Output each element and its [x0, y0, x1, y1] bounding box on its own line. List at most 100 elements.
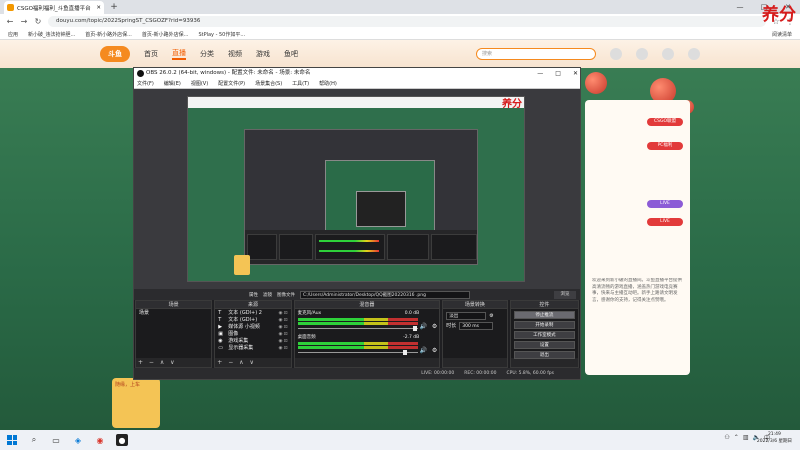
- scenes-dock-controls[interactable]: + − ∧ ∨: [138, 359, 177, 366]
- nav-category[interactable]: 分类: [200, 49, 214, 59]
- obs-preview[interactable]: 养分: [134, 89, 580, 289]
- tab-title: CSGO福利福利_斗鱼直播平台: [17, 5, 91, 12]
- properties-button[interactable]: 属性: [249, 292, 258, 298]
- menu-view[interactable]: 视图(V): [191, 79, 208, 88]
- promo-card[interactable]: 随缘，上车: [112, 378, 160, 428]
- chrome-icon[interactable]: ◉: [94, 434, 106, 446]
- search-input[interactable]: 搜索: [476, 48, 596, 60]
- nav-live[interactable]: 直播: [172, 48, 186, 60]
- image-file-label: 图像文件: [277, 292, 295, 298]
- people-icon[interactable]: ⚇: [724, 434, 729, 441]
- start-recording-button[interactable]: 开始录制: [513, 321, 576, 329]
- browser-tab[interactable]: CSGO福利福利_斗鱼直播平台 ✕: [4, 1, 104, 14]
- gear-icon[interactable]: ⚙: [432, 323, 437, 330]
- scene-item[interactable]: 场景: [139, 310, 208, 317]
- visibility-icon[interactable]: ◉ ⊡: [278, 324, 287, 331]
- nav-yuba[interactable]: 鱼吧: [284, 49, 298, 59]
- source-name: 游戏采集: [228, 338, 249, 344]
- avatar[interactable]: [688, 48, 700, 60]
- minimize-button[interactable]: —: [728, 0, 752, 14]
- nav-game[interactable]: 游戏: [256, 49, 270, 59]
- volume-meter: [297, 322, 418, 325]
- exit-button[interactable]: 退出: [513, 351, 576, 359]
- url-input[interactable]: douyu.com/topic/2022SpringST_CSGOZF?rid=…: [48, 16, 766, 27]
- nav-video[interactable]: 视频: [228, 49, 242, 59]
- menu-scene-collection[interactable]: 场景集合(S): [255, 79, 282, 88]
- start-button[interactable]: [6, 434, 18, 446]
- message-icon[interactable]: [662, 48, 674, 60]
- source-name: 媒体源 小视频: [228, 324, 260, 330]
- source-item[interactable]: T 文本 (GDI+) 2 ◉ ⊡: [218, 310, 287, 317]
- mixer-dock-title: 混音器: [294, 301, 440, 309]
- bookmark-item[interactable]: 新小破_违法抢钟胆...: [28, 31, 75, 38]
- visibility-icon[interactable]: ◉ ⊡: [278, 331, 287, 338]
- volume-meter: [297, 342, 418, 345]
- menu-profile[interactable]: 配置文件(P): [218, 79, 245, 88]
- obs-close-button[interactable]: ✕: [573, 68, 578, 79]
- badge[interactable]: LIVE: [647, 200, 683, 208]
- search-icon[interactable]: ⌕: [28, 434, 40, 446]
- source-name: 文本 (GDI+): [228, 317, 258, 323]
- volume-slider[interactable]: [297, 352, 418, 353]
- badge[interactable]: PC福利: [647, 142, 683, 150]
- badge[interactable]: LIVE: [647, 218, 683, 226]
- volume-slider[interactable]: [297, 328, 418, 329]
- cpu-stats: CPU: 5.8%, 60.00 fps: [506, 371, 555, 376]
- nav-home[interactable]: 首页: [144, 49, 158, 59]
- clock[interactable]: 21:49 2022/3/6 星期日: [757, 432, 792, 445]
- speaker-icon[interactable]: 🔊: [420, 323, 427, 330]
- volume-slider-handle[interactable]: [402, 350, 407, 355]
- obs-taskbar-icon[interactable]: ●: [116, 434, 128, 446]
- source-item[interactable]: ▣ 图像 ◉ ⊡: [218, 331, 287, 338]
- menu-file[interactable]: 文件(F): [137, 79, 154, 88]
- chevron-up-icon[interactable]: ⌃: [734, 434, 739, 441]
- duration-input[interactable]: 300 ms: [459, 322, 494, 330]
- settings-button[interactable]: 设置: [513, 341, 576, 349]
- studio-mode-button[interactable]: 工作室模式: [513, 331, 576, 339]
- reload-icon[interactable]: ↻: [34, 17, 42, 26]
- transition-select[interactable]: 淡出: [446, 312, 487, 320]
- edge-icon[interactable]: ◈: [72, 434, 84, 446]
- gear-icon[interactable]: ⚙: [489, 313, 493, 320]
- task-view-icon[interactable]: ▭: [50, 434, 62, 446]
- source-item[interactable]: ◉ 游戏采集 ◉ ⊡: [218, 338, 287, 345]
- speaker-icon[interactable]: 🔊: [420, 347, 427, 354]
- new-tab-button[interactable]: +: [108, 1, 120, 13]
- image-path-field[interactable]: C:/Users/Administrator/Desktop/QQ截图20220…: [300, 290, 470, 299]
- source-item[interactable]: T 文本 (GDI+) ◉ ⊡: [218, 317, 287, 324]
- recursive-capture-level-3: [325, 160, 435, 236]
- sources-dock-controls[interactable]: + − ∧ ∨: [217, 359, 256, 366]
- back-icon[interactable]: ←: [6, 17, 14, 26]
- history-icon[interactable]: [610, 48, 622, 60]
- volume-slider-handle[interactable]: [412, 326, 417, 331]
- menu-tools[interactable]: 工具(T): [292, 79, 309, 88]
- visibility-icon[interactable]: ◉ ⊡: [278, 310, 287, 317]
- bookmark-item[interactable]: 应用: [8, 31, 18, 38]
- obs-maximize-button[interactable]: □: [555, 68, 561, 79]
- douyu-logo[interactable]: 斗鱼: [100, 46, 130, 62]
- stop-streaming-button[interactable]: 停止推流: [513, 311, 576, 319]
- close-tab-icon[interactable]: ✕: [96, 5, 101, 11]
- follow-icon[interactable]: [636, 48, 648, 60]
- menu-edit[interactable]: 编辑(E): [164, 79, 181, 88]
- filters-button[interactable]: 滤镜: [263, 292, 272, 298]
- reading-list[interactable]: 阅读清单: [772, 31, 792, 38]
- bookmark-item[interactable]: 首页-新小路外店保...: [142, 31, 189, 38]
- gear-icon[interactable]: ⚙: [432, 347, 437, 354]
- menu-help[interactable]: 帮助(H): [319, 79, 337, 88]
- network-icon[interactable]: ▥: [743, 434, 749, 441]
- capture-meter: [319, 240, 379, 242]
- visibility-icon[interactable]: ◉ ⊡: [278, 345, 287, 352]
- forward-icon[interactable]: →: [20, 17, 28, 26]
- source-item[interactable]: ▶ 媒体源 小视频 ◉ ⊡: [218, 324, 287, 331]
- visibility-icon[interactable]: ◉ ⊡: [278, 317, 287, 324]
- obs-minimize-button[interactable]: —: [537, 68, 543, 79]
- bookmark-item[interactable]: 首页-新小路外店保...: [85, 31, 132, 38]
- source-name: 显示器采集: [228, 345, 254, 351]
- bookmark-item[interactable]: StPlay - 50作如平...: [198, 31, 245, 38]
- source-item[interactable]: ▭ 显示器采集 ◉ ⊡: [218, 345, 287, 352]
- visibility-icon[interactable]: ◉ ⊡: [278, 338, 287, 345]
- badge[interactable]: CSGO联盟: [647, 118, 683, 126]
- recursive-capture-level-2: [244, 129, 478, 265]
- browse-button[interactable]: 浏览: [554, 290, 576, 299]
